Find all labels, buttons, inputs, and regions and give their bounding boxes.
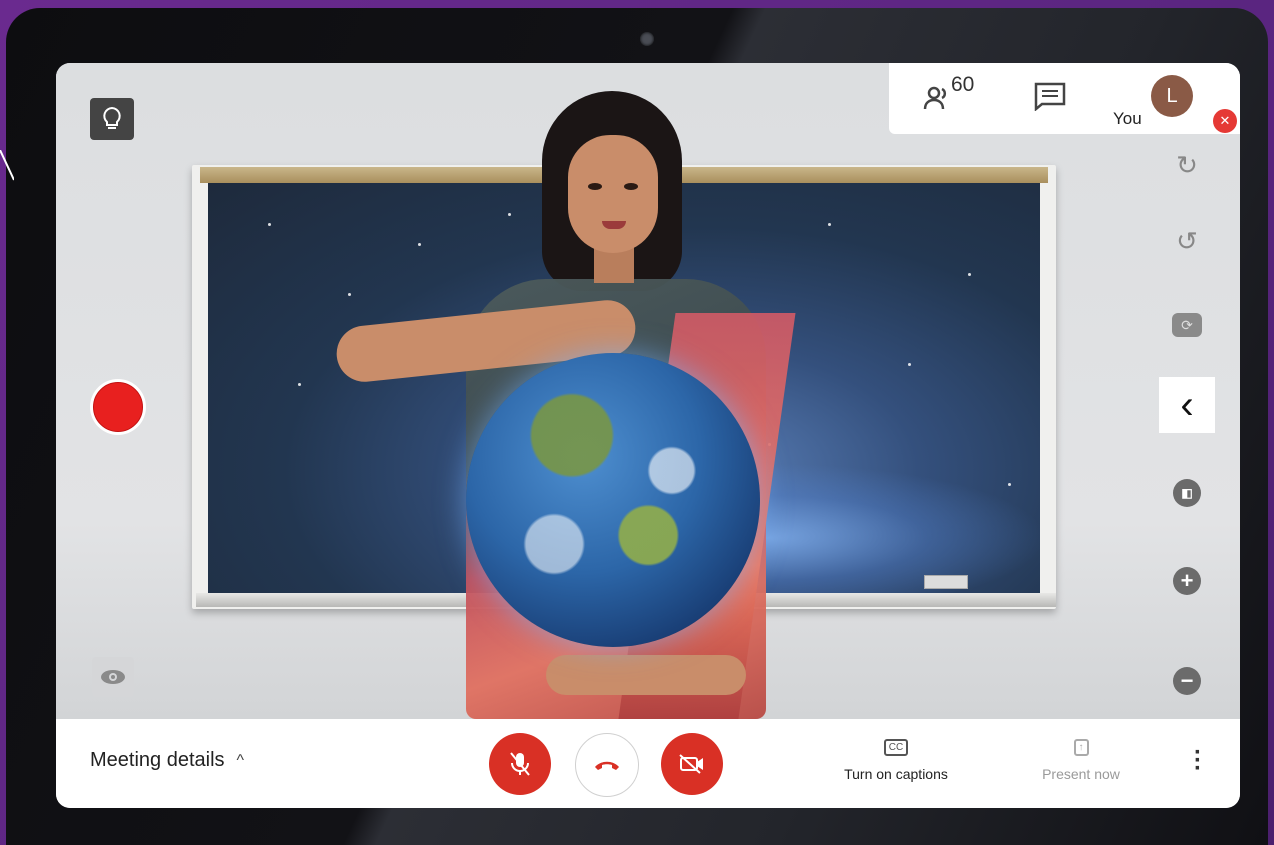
zoom-out-icon: − bbox=[1173, 667, 1201, 695]
phone-hangup-icon bbox=[595, 761, 619, 770]
present-label: Present now bbox=[1042, 766, 1120, 782]
toggle-button[interactable]: ◧ bbox=[1159, 465, 1215, 521]
zoom-in-icon: + bbox=[1173, 567, 1201, 595]
meeting-details-button[interactable]: Meeting details ^ bbox=[90, 749, 244, 772]
more-options-button[interactable]: · · · bbox=[1194, 741, 1202, 781]
teacher-face bbox=[568, 135, 658, 253]
teacher-hand bbox=[546, 655, 746, 695]
teacher-eye bbox=[588, 183, 602, 190]
record-button[interactable] bbox=[90, 379, 146, 435]
end-call-button[interactable] bbox=[575, 733, 639, 797]
participants-button[interactable] bbox=[923, 85, 953, 118]
collapse-toolbar-button[interactable]: ‹ bbox=[1159, 377, 1215, 433]
chat-button[interactable] bbox=[1033, 81, 1067, 112]
camera-switch-icon: ⟳ bbox=[1172, 313, 1202, 337]
meeting-details-label: Meeting details bbox=[90, 749, 225, 771]
earth-globe bbox=[466, 353, 760, 647]
chevron-left-icon: ‹ bbox=[1180, 382, 1194, 427]
top-panel: 60 You L ✕ bbox=[889, 63, 1240, 134]
more-vert-icon: · · · bbox=[1194, 739, 1202, 782]
camera-switch-button[interactable]: ⟳ bbox=[1159, 297, 1215, 353]
teacher-mouth bbox=[602, 221, 626, 229]
mic-off-icon: ✕ bbox=[1213, 109, 1237, 133]
lightbulb-button[interactable] bbox=[90, 98, 134, 140]
star bbox=[968, 273, 971, 276]
people-icon bbox=[923, 86, 947, 110]
chevron-up-icon: ^ bbox=[236, 751, 245, 769]
avatar[interactable]: L bbox=[1151, 75, 1193, 117]
present-button[interactable]: ↑ Present now bbox=[1006, 737, 1156, 782]
lightbulb-icon bbox=[103, 106, 121, 129]
record-icon bbox=[93, 382, 143, 432]
mic-toggle-button[interactable] bbox=[489, 733, 551, 795]
decorative-line bbox=[0, 150, 14, 181]
camera-toggle-button[interactable] bbox=[661, 733, 723, 795]
captions-button[interactable]: CC Turn on captions bbox=[821, 737, 971, 782]
star bbox=[1008, 483, 1011, 486]
star bbox=[298, 383, 301, 386]
camera-off-icon bbox=[679, 754, 703, 774]
present-icon: ↑ bbox=[1073, 739, 1089, 756]
bottom-control-bar: Meeting details ^ CC Turn on captions ↑ … bbox=[56, 719, 1240, 808]
avatar-initial: L bbox=[1166, 84, 1178, 107]
chat-icon bbox=[1034, 82, 1066, 112]
redo-icon: ↻ bbox=[1176, 149, 1198, 180]
star bbox=[908, 363, 911, 366]
captions-icon: CC bbox=[883, 739, 909, 756]
zoom-out-button[interactable]: − bbox=[1159, 653, 1215, 709]
mic-off-icon bbox=[510, 752, 530, 776]
eye-icon bbox=[101, 670, 125, 684]
undo-button[interactable]: ↺ bbox=[1159, 213, 1215, 269]
star bbox=[268, 223, 271, 226]
redo-button[interactable]: ↻ bbox=[1159, 137, 1215, 193]
toggle-icon: ◧ bbox=[1173, 479, 1201, 507]
meeting-screen: ↻ ↺ ⟳ ‹ ◧ + − 60 You L ✕ Meeting details… bbox=[56, 63, 1240, 808]
front-camera bbox=[640, 32, 654, 46]
self-label: You bbox=[1113, 109, 1142, 128]
video-feed: ↻ ↺ ⟳ ‹ ◧ + − 60 You L ✕ bbox=[56, 63, 1240, 733]
eraser bbox=[924, 575, 968, 589]
zoom-in-button[interactable]: + bbox=[1159, 553, 1215, 609]
undo-icon: ↺ bbox=[1176, 225, 1198, 256]
visibility-button[interactable] bbox=[92, 657, 134, 697]
participants-count: 60 bbox=[951, 73, 975, 96]
teacher-eye bbox=[624, 183, 638, 190]
captions-label: Turn on captions bbox=[844, 766, 948, 782]
tablet-frame: ↻ ↺ ⟳ ‹ ◧ + − 60 You L ✕ Meeting details… bbox=[6, 8, 1268, 845]
